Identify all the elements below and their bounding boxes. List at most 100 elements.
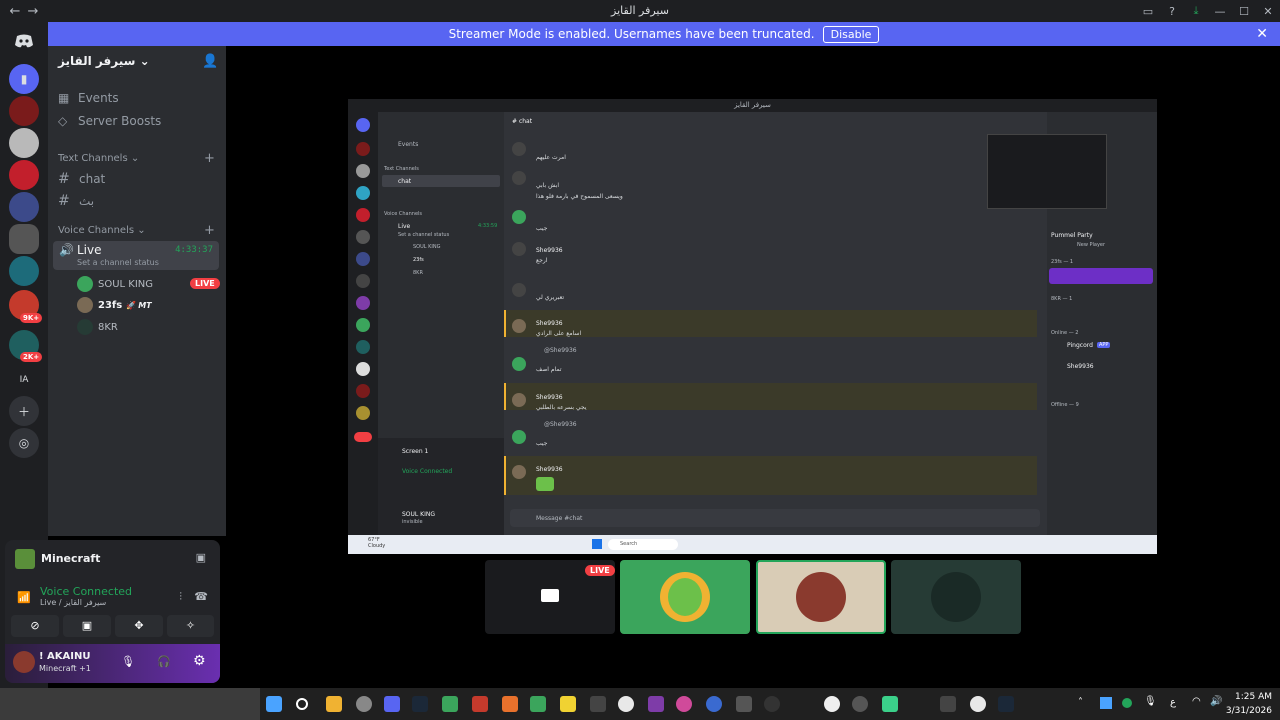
activities-button[interactable]: ✥ xyxy=(115,615,163,637)
message-text: اسامع على الرادي xyxy=(536,330,582,337)
member-group: 23fs — 1 xyxy=(1051,259,1074,265)
voice-channel-live[interactable]: 🔊 Live 4:33:37 Set a channel status xyxy=(53,241,219,270)
user-tile-dark[interactable] xyxy=(891,560,1021,634)
server-icon-active[interactable] xyxy=(9,224,39,254)
stream-voice-category: Voice Channels xyxy=(384,211,423,217)
events-item[interactable]: ▦ Events xyxy=(58,91,119,105)
chrome-icon[interactable] xyxy=(970,696,986,712)
server-icon-6[interactable] xyxy=(9,256,39,286)
headphones-icon[interactable]: 🎧 xyxy=(157,655,171,668)
server-label-ia[interactable]: IA xyxy=(9,365,39,395)
server-boosts-item[interactable]: ◇ Server Boosts xyxy=(58,114,161,128)
channel-stream[interactable]: # بث xyxy=(58,193,94,209)
stream-events: Events xyxy=(398,141,419,148)
user-panel: Minecraft ▣ 📶 Voice Connected Live / سير… xyxy=(5,540,220,683)
app-icon[interactable] xyxy=(472,696,488,712)
app-icon[interactable] xyxy=(442,696,458,712)
file-explorer-icon[interactable] xyxy=(326,696,342,712)
message-text: جيب xyxy=(536,440,548,447)
self-name[interactable]: ! AKAINU xyxy=(39,651,90,662)
stream-video[interactable]: سيرفر القايز Events Text Channels chat V… xyxy=(348,99,1157,554)
disable-button[interactable]: Disable xyxy=(822,25,880,43)
wifi-icon[interactable]: ◠ xyxy=(1192,696,1201,707)
self-avatar[interactable] xyxy=(13,651,35,673)
app-icon[interactable] xyxy=(560,696,576,712)
app-icon[interactable] xyxy=(940,696,956,712)
maximize-icon[interactable]: ☐ xyxy=(1232,5,1256,18)
user-tile-akainu[interactable] xyxy=(756,560,886,634)
activity-popout-icon[interactable]: ▣ xyxy=(196,551,206,564)
app-icon[interactable] xyxy=(530,696,546,712)
banner-close-icon[interactable]: ✕ xyxy=(1256,26,1268,42)
soundboard-button[interactable]: ✧ xyxy=(167,615,214,637)
folder-icon[interactable]: ▮ xyxy=(9,64,39,94)
settings-icon[interactable]: ⚙ xyxy=(193,653,206,669)
server-icon-4[interactable] xyxy=(9,192,39,222)
chrome-icon[interactable] xyxy=(618,696,634,712)
microphone-icon[interactable]: 🎙 xyxy=(121,655,135,668)
keyboard-language[interactable]: ع xyxy=(1170,697,1176,708)
user-tile-green[interactable] xyxy=(620,560,750,634)
explore-icon[interactable]: ◎ xyxy=(9,428,39,458)
voice-channels-category[interactable]: Voice Channels ⌄ xyxy=(58,225,146,236)
avatar xyxy=(796,572,846,622)
close-icon[interactable]: ✕ xyxy=(1256,5,1280,18)
tray-mic-icon[interactable]: 🎙 xyxy=(1144,696,1157,707)
category-label: Voice Channels xyxy=(58,225,135,236)
tray-chevron-icon[interactable]: ˄ xyxy=(1078,697,1083,708)
signal-icon[interactable]: 📶 xyxy=(17,591,31,604)
channel-status[interactable]: Set a channel status xyxy=(77,258,159,267)
settings-icon[interactable] xyxy=(356,696,372,712)
message-text: تعبريري لي xyxy=(536,294,565,301)
minimize-icon[interactable]: — xyxy=(1208,5,1232,18)
download-icon[interactable]: ⤓ xyxy=(1184,4,1208,18)
server-icon-2[interactable] xyxy=(9,128,39,158)
screen-share-button[interactable]: ▣ xyxy=(63,615,111,637)
discord-icon[interactable] xyxy=(384,696,400,712)
app-icon[interactable] xyxy=(882,696,898,712)
steam-icon[interactable] xyxy=(998,696,1014,712)
tray-status-icon[interactable] xyxy=(1122,698,1132,708)
member-game-status: New Player xyxy=(1077,242,1106,248)
camera-off-button[interactable]: ⊘ xyxy=(11,615,59,637)
app-icon[interactable] xyxy=(736,696,752,712)
clock[interactable]: 1:25 AM 3/31/2026 xyxy=(1226,690,1272,718)
app-icon[interactable] xyxy=(824,696,840,712)
steam-icon[interactable] xyxy=(412,696,428,712)
stream-window-title: سيرفر القايز xyxy=(348,99,1157,112)
create-channel-icon[interactable]: + xyxy=(204,151,215,166)
add-server-icon[interactable]: ＋ xyxy=(9,396,39,426)
discord-home-icon[interactable] xyxy=(9,26,39,56)
create-channel-icon[interactable]: + xyxy=(204,223,215,238)
voice-connected-label[interactable]: Voice Connected xyxy=(40,585,132,598)
calendar-icon: ▦ xyxy=(58,91,70,105)
avatar-face xyxy=(668,578,702,616)
server-icon-3[interactable] xyxy=(9,160,39,190)
help-icon[interactable]: ? xyxy=(1160,5,1184,18)
server-icon-1[interactable] xyxy=(9,96,39,126)
voice-channel-sub[interactable]: Live / سيرفر القايز xyxy=(40,598,106,607)
app-icon[interactable] xyxy=(676,696,692,712)
app-icon[interactable] xyxy=(706,696,722,712)
app-icon[interactable] xyxy=(590,696,606,712)
voice-user[interactable]: 23fs 🚀 MT xyxy=(77,297,152,313)
speed-icon[interactable] xyxy=(764,696,780,712)
app-icon[interactable] xyxy=(852,696,868,712)
disconnect-icon[interactable]: ☎ xyxy=(194,590,208,603)
voice-user[interactable]: SOUL KING xyxy=(77,276,153,292)
stream-tile[interactable]: LIVE xyxy=(485,560,615,634)
inbox-icon[interactable]: ▭ xyxy=(1136,5,1160,18)
windows-start-icon[interactable] xyxy=(266,696,282,712)
tray-app-icon[interactable] xyxy=(1100,697,1112,709)
app-icon[interactable] xyxy=(648,696,664,712)
channel-chat[interactable]: # chat xyxy=(58,171,105,187)
highlight-message xyxy=(504,310,1037,337)
invite-icon[interactable]: 👤 xyxy=(202,54,218,69)
text-channels-category[interactable]: Text Channels ⌄ xyxy=(58,153,139,164)
noise-suppression-icon[interactable]: ⫶ xyxy=(179,590,182,604)
voice-user[interactable]: 8KR xyxy=(77,319,118,335)
volume-icon[interactable]: 🔊 xyxy=(1210,696,1222,707)
app-icon[interactable] xyxy=(502,696,518,712)
search-icon[interactable] xyxy=(296,698,308,710)
server-name-header[interactable]: سيرفر القايز ⌄ xyxy=(58,54,150,68)
